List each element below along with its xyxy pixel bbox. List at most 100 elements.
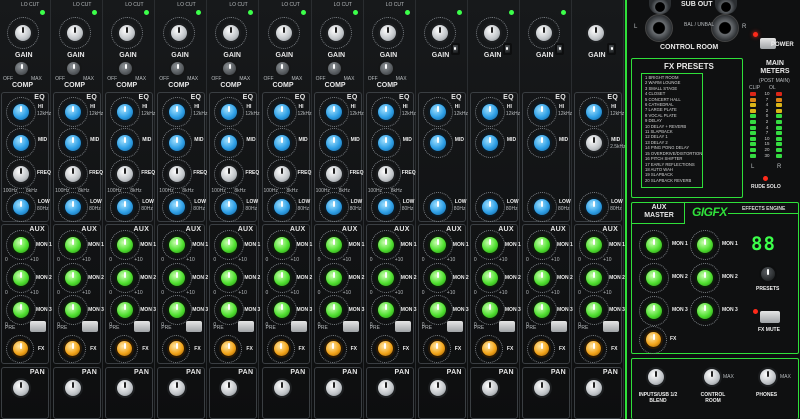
aux-master-mon2-knob[interactable] (644, 268, 664, 288)
mon3-knob[interactable] (11, 300, 31, 320)
comp-knob[interactable] (169, 60, 187, 77)
eq-freq-knob[interactable] (375, 164, 396, 184)
eq-low-knob[interactable] (323, 197, 344, 217)
pan-knob[interactable] (479, 378, 500, 398)
control-room-jack-right[interactable] (711, 14, 739, 42)
pan-knob[interactable] (375, 378, 396, 398)
pad-switch[interactable] (555, 43, 564, 55)
sub-out-jack-right[interactable] (715, 0, 737, 14)
eq-hi-knob[interactable] (271, 102, 292, 122)
control-room-knob[interactable] (702, 367, 722, 387)
aux-master-mon3-knob[interactable] (644, 301, 664, 321)
eq-mid-knob[interactable] (375, 133, 396, 153)
gain-knob[interactable] (325, 23, 346, 43)
gain-knob[interactable] (481, 23, 502, 43)
pan-knob[interactable] (584, 378, 605, 398)
comp-knob[interactable] (13, 60, 30, 77)
eq-mid-knob[interactable] (11, 133, 31, 153)
pre-button[interactable] (290, 321, 307, 332)
eq-hi-knob[interactable] (375, 102, 396, 122)
presets-knob[interactable] (759, 265, 777, 283)
pre-button[interactable] (342, 321, 359, 332)
mon1-knob[interactable] (375, 235, 396, 255)
pre-button[interactable] (394, 321, 411, 332)
pre-button[interactable] (551, 321, 567, 332)
eq-freq-knob[interactable] (11, 164, 31, 184)
fx-send-knob[interactable] (584, 339, 604, 358)
eq-mid-knob[interactable] (532, 133, 552, 153)
mon2-knob[interactable] (63, 268, 84, 288)
mon3-knob[interactable] (479, 300, 500, 320)
eq-mid-knob[interactable] (584, 133, 605, 153)
pre-button[interactable] (238, 321, 255, 332)
mon2-knob[interactable] (11, 268, 31, 288)
eq-hi-knob[interactable] (63, 102, 84, 122)
aux-master-mon1-b-knob[interactable] (695, 235, 715, 255)
mon2-knob[interactable] (584, 268, 605, 288)
fx-send-knob[interactable] (427, 339, 447, 358)
fx-send-knob[interactable] (11, 339, 30, 358)
eq-mid-knob[interactable] (271, 133, 292, 153)
mon3-knob[interactable] (584, 300, 605, 320)
mon1-knob[interactable] (427, 235, 448, 255)
mon3-knob[interactable] (63, 300, 84, 320)
mon3-knob[interactable] (532, 300, 552, 320)
pad-switch[interactable] (502, 43, 512, 55)
fx-send-knob[interactable] (532, 339, 551, 358)
pre-button[interactable] (134, 321, 151, 332)
pad-switch[interactable] (450, 43, 460, 55)
eq-hi-knob[interactable] (11, 102, 31, 122)
eq-low-knob[interactable] (375, 197, 396, 217)
fx-mute-button[interactable] (760, 311, 780, 323)
eq-hi-knob[interactable] (479, 102, 500, 122)
mon1-knob[interactable] (271, 235, 292, 255)
pan-knob[interactable] (323, 378, 344, 398)
pan-knob[interactable] (11, 378, 31, 398)
eq-low-knob[interactable] (427, 197, 448, 217)
gain-knob[interactable] (65, 23, 86, 43)
gain-knob[interactable] (273, 23, 294, 43)
eq-mid-knob[interactable] (63, 133, 84, 153)
mon2-knob[interactable] (427, 268, 448, 288)
eq-low-knob[interactable] (584, 197, 605, 217)
pre-button[interactable] (30, 321, 46, 332)
comp-knob[interactable] (377, 60, 395, 77)
aux-master-mon3-b-knob[interactable] (695, 301, 715, 321)
sub-out-jack-left[interactable] (649, 0, 671, 14)
pad-switch[interactable] (607, 43, 617, 55)
mon2-knob[interactable] (375, 268, 396, 288)
mon3-knob[interactable] (323, 300, 344, 320)
phones-knob[interactable] (758, 367, 778, 387)
mon1-knob[interactable] (11, 235, 31, 255)
fx-send-knob[interactable] (63, 339, 83, 358)
pre-button[interactable] (186, 321, 203, 332)
gain-knob[interactable] (377, 23, 398, 43)
pan-knob[interactable] (532, 378, 552, 398)
control-room-jack-left[interactable] (645, 14, 673, 42)
eq-low-knob[interactable] (479, 197, 500, 217)
eq-hi-knob[interactable] (584, 102, 605, 122)
mon1-knob[interactable] (532, 235, 552, 255)
fx-send-knob[interactable] (375, 339, 395, 358)
fx-send-knob[interactable] (323, 339, 343, 358)
comp-knob[interactable] (65, 60, 83, 77)
eq-mid-knob[interactable] (427, 133, 448, 153)
aux-master-mon1-knob[interactable] (644, 235, 664, 255)
gain-knob[interactable] (534, 23, 554, 43)
pre-button[interactable] (82, 321, 99, 332)
mon1-knob[interactable] (584, 235, 605, 255)
mon1-knob[interactable] (479, 235, 500, 255)
mon2-knob[interactable] (479, 268, 500, 288)
eq-low-knob[interactable] (63, 197, 84, 217)
mon2-knob[interactable] (323, 268, 344, 288)
mon2-knob[interactable] (271, 268, 292, 288)
mon2-knob[interactable] (532, 268, 552, 288)
pan-knob[interactable] (271, 378, 292, 398)
comp-knob[interactable] (221, 60, 239, 77)
aux-master-fx-knob[interactable] (644, 330, 663, 349)
mon3-knob[interactable] (271, 300, 292, 320)
fx-send-knob[interactable] (479, 339, 499, 358)
pan-knob[interactable] (63, 378, 84, 398)
eq-mid-knob[interactable] (479, 133, 500, 153)
pre-button[interactable] (446, 321, 463, 332)
